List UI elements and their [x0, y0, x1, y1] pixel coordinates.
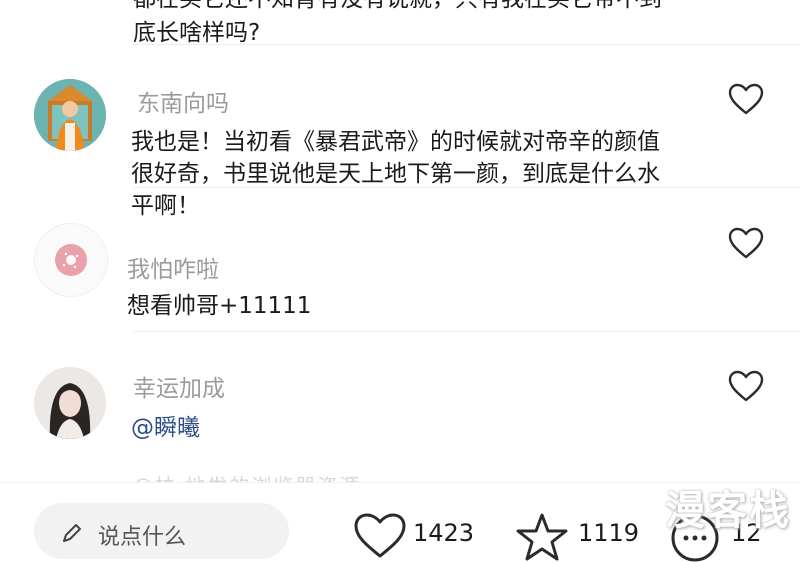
watermark-logo: 漫客栈 — [665, 488, 791, 534]
heart-icon[interactable] — [353, 512, 407, 558]
divider — [133, 331, 800, 332]
pen-icon — [63, 524, 81, 542]
comment-username[interactable]: 幸运加成 — [133, 369, 225, 403]
like-count: 1423 — [413, 519, 475, 547]
heart-icon[interactable] — [728, 227, 764, 259]
heart-icon[interactable] — [728, 83, 764, 115]
mention-link[interactable]: @瞬曦 — [131, 412, 200, 444]
comment-username[interactable]: 东南向吗 — [137, 84, 229, 118]
previous-comment-text: 都在买它还不知肯有没有说就，只有我在买它带不到 底长啥样吗? — [133, 0, 733, 50]
comment-username[interactable]: 我怕咋啦 — [127, 250, 219, 284]
comment-text-line: 很好奇，书里说他是天上地下第一颜，到底是什么水 — [131, 161, 660, 187]
avatar-image — [34, 79, 106, 151]
divider — [133, 44, 800, 45]
star-icon[interactable] — [515, 512, 569, 562]
star-count: 1119 — [578, 519, 640, 547]
donut-avatar-image — [35, 224, 107, 296]
avatar[interactable] — [34, 367, 106, 439]
heart-icon[interactable] — [728, 370, 764, 402]
avatar[interactable] — [34, 223, 108, 297]
avatar-image — [34, 367, 106, 439]
comment-text: 我也是！当初看《暴君武帝》的时候就对帝辛的颜值 很好奇，书里说他是天上地下第一颜… — [131, 126, 731, 222]
avatar[interactable] — [34, 79, 106, 151]
comment-text: 想看帅哥+11111 — [127, 293, 312, 319]
divider — [133, 187, 800, 188]
comment-text-line: 我也是！当初看《暴君武帝》的时候就对帝辛的颜值 — [131, 129, 660, 155]
previous-comment-line-1: 都在买它还不知肯有没有说就，只有我在买它带不到 — [133, 0, 733, 16]
comment-input-placeholder[interactable]: 说点什么 — [98, 519, 186, 551]
comment-text-line: 平啊！ — [131, 193, 200, 219]
